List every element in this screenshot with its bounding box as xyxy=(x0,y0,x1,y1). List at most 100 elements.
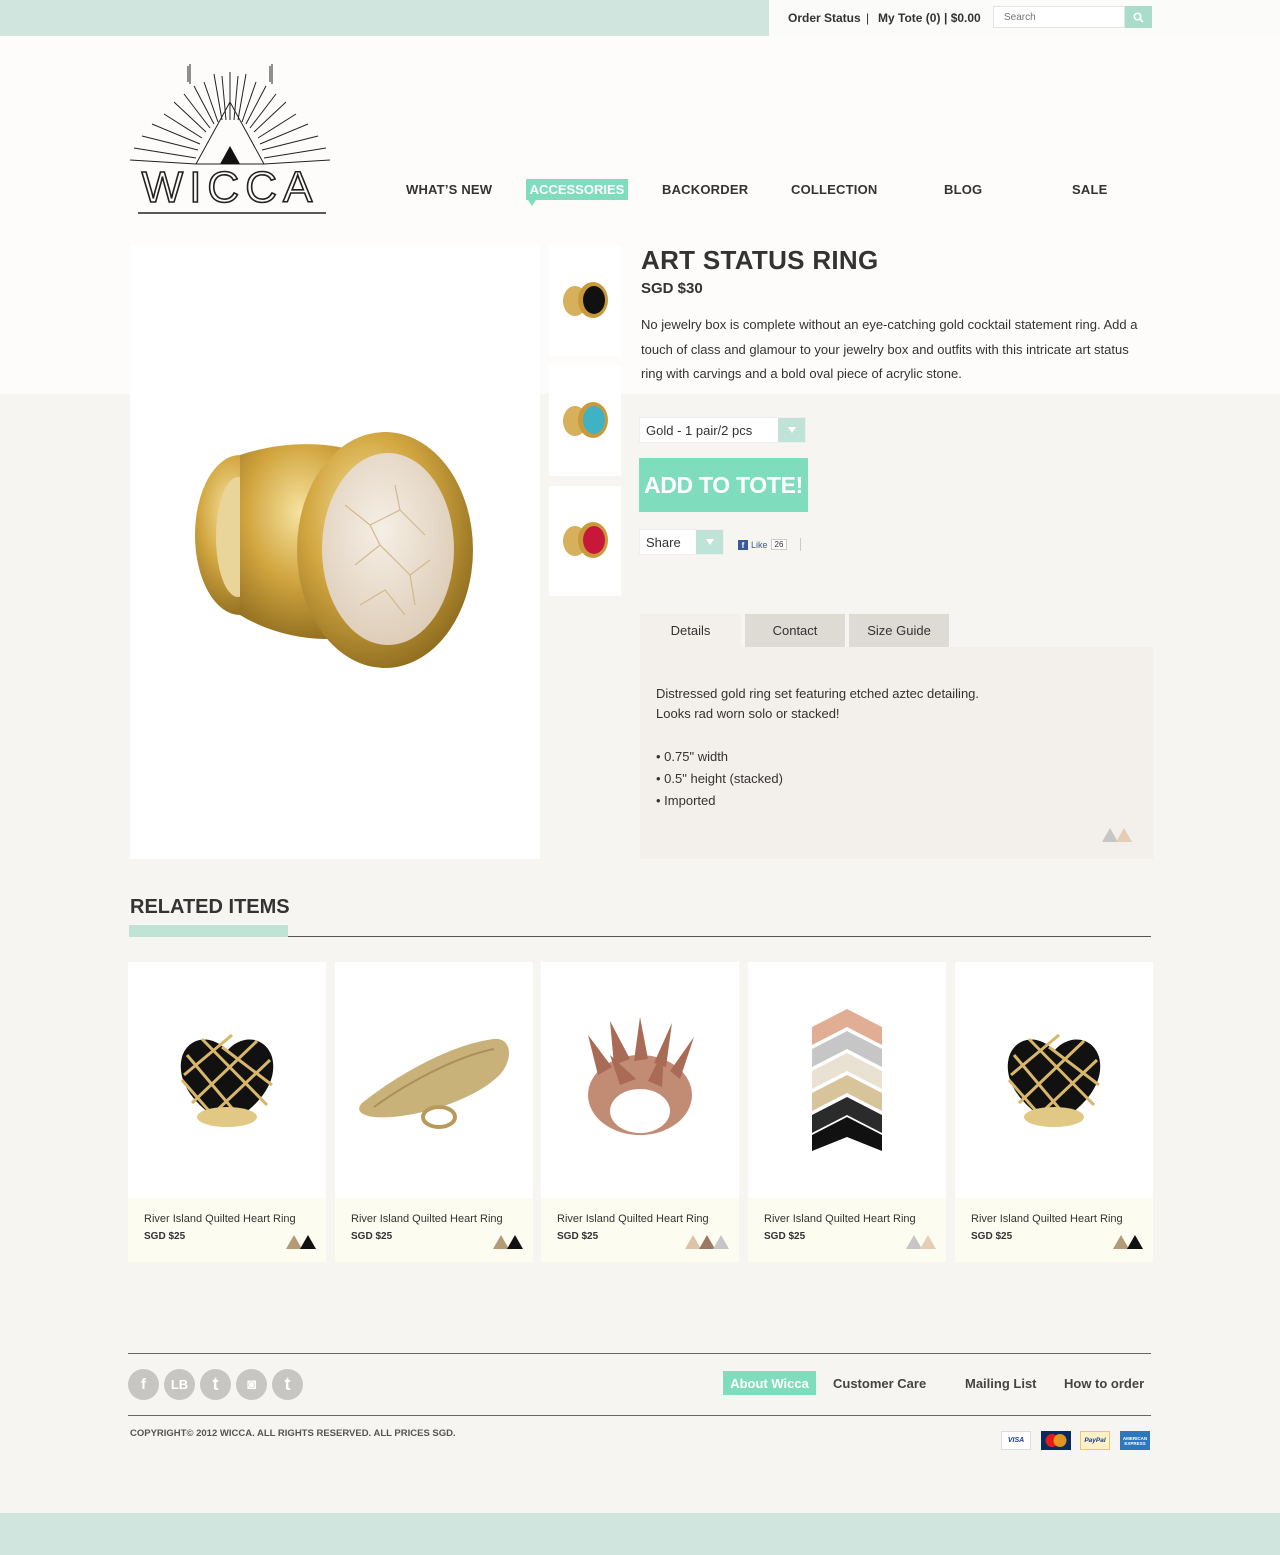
related-items-heading: RELATED ITEMS xyxy=(130,896,290,918)
related-item-price: SGD $25 xyxy=(351,1231,393,1242)
red-stone-ring-icon xyxy=(563,522,608,558)
spiked-ring-icon xyxy=(588,1017,694,1135)
quilted-heart-ring-icon xyxy=(180,1033,274,1127)
share-select[interactable]: Share xyxy=(639,529,724,555)
fb-like-count: 26 xyxy=(770,539,788,550)
paypal-icon: PayPal xyxy=(1080,1431,1110,1450)
twitter-icon[interactable]: t xyxy=(272,1369,303,1400)
swatch-icon[interactable] xyxy=(300,1235,316,1249)
nav-blog[interactable]: BLOG xyxy=(944,182,982,197)
gold-ring-image xyxy=(195,432,473,668)
divider xyxy=(288,936,1151,937)
color-swatches xyxy=(493,1235,523,1249)
tab-size-guide[interactable]: Size Guide xyxy=(849,614,949,647)
variant-select-value: Gold - 1 pair/2 pcs xyxy=(646,423,753,438)
tumblr-icon[interactable]: t xyxy=(200,1369,231,1400)
thumbnail-turquoise-stone[interactable] xyxy=(549,366,621,476)
product-image[interactable] xyxy=(335,962,533,1198)
product-image[interactable] xyxy=(748,962,946,1198)
visa-icon: VISA xyxy=(1001,1431,1031,1450)
add-to-tote-button[interactable]: ADD TO TOTE! xyxy=(639,458,808,512)
copyright-text: COPYRIGHT© 2012 WICCA. ALL RIGHTS RESERV… xyxy=(130,1428,456,1439)
related-item-name[interactable]: River Island Quilted Heart Ring xyxy=(144,1213,296,1225)
tab-contact[interactable]: Contact xyxy=(745,614,845,647)
swatch-icon[interactable] xyxy=(920,1235,936,1249)
search-input[interactable] xyxy=(993,6,1125,28)
related-item-name[interactable]: River Island Quilted Heart Ring xyxy=(764,1213,916,1225)
amex-icon: AMERICAN EXPRESS xyxy=(1120,1431,1150,1450)
variant-select[interactable]: Gold - 1 pair/2 pcs xyxy=(639,417,806,443)
swatch-icon[interactable] xyxy=(713,1235,729,1249)
chevron-down-icon[interactable] xyxy=(778,418,805,442)
divider xyxy=(128,1415,1151,1416)
facebook-icon: f xyxy=(738,539,748,550)
tote-total: | $0.00 xyxy=(944,11,981,25)
related-item-card[interactable]: River Island Quilted Heart Ring SGD $25 xyxy=(128,962,326,1262)
fb-like-label: Like xyxy=(751,539,768,550)
related-item-name[interactable]: River Island Quilted Heart Ring xyxy=(971,1213,1123,1225)
related-item-name[interactable]: River Island Quilted Heart Ring xyxy=(557,1213,709,1225)
footer-link-how-to-order[interactable]: How to order xyxy=(1064,1376,1144,1391)
share-select-label: Share xyxy=(646,535,681,550)
search-button[interactable] xyxy=(1125,6,1152,28)
logo-text: WICCA xyxy=(142,163,319,212)
swatch-icon[interactable] xyxy=(1127,1235,1143,1249)
nav-sale[interactable]: SALE xyxy=(1072,182,1107,197)
card-info: River Island Quilted Heart Ring SGD $25 xyxy=(955,1198,1153,1262)
separator: | xyxy=(866,11,870,25)
product-image[interactable] xyxy=(541,962,739,1198)
product-main-image[interactable] xyxy=(130,245,540,859)
product-price: SGD $30 xyxy=(641,280,703,297)
details-bullet: • 0.5" height (stacked) xyxy=(656,771,783,786)
card-info: River Island Quilted Heart Ring SGD $25 xyxy=(128,1198,326,1262)
lookbook-icon[interactable]: LB xyxy=(164,1369,195,1400)
footer-link-mailing-list[interactable]: Mailing List xyxy=(965,1376,1037,1391)
nav-active-pointer xyxy=(528,200,536,206)
related-item-card[interactable]: River Island Quilted Heart Ring SGD $25 xyxy=(541,962,739,1262)
bottom-band xyxy=(0,1513,1280,1555)
search-icon xyxy=(1133,11,1144,23)
details-line-2: Looks rad worn solo or stacked! xyxy=(656,706,840,721)
color-swatches xyxy=(906,1235,936,1249)
related-item-price: SGD $25 xyxy=(764,1231,806,1242)
color-swatches xyxy=(685,1235,729,1249)
nav-whats-new[interactable]: WHAT’S NEW xyxy=(406,182,492,197)
instagram-icon[interactable]: ◙ xyxy=(236,1369,267,1400)
card-info: River Island Quilted Heart Ring SGD $25 xyxy=(335,1198,533,1262)
nav-backorder[interactable]: BACKORDER xyxy=(662,182,748,197)
nav-accessories[interactable]: ACCESSORIES xyxy=(526,179,628,200)
footer-link-about[interactable]: About Wicca xyxy=(723,1371,816,1395)
swatch-icon[interactable] xyxy=(507,1235,523,1249)
my-tote-link[interactable]: My Tote (0) xyxy=(878,11,940,25)
product-image[interactable] xyxy=(955,962,1153,1198)
thumbnail-black-stone[interactable] xyxy=(549,246,621,356)
heading-underline xyxy=(129,925,288,937)
footer-link-customer-care[interactable]: Customer Care xyxy=(833,1376,926,1391)
related-item-card[interactable]: River Island Quilted Heart Ring SGD $25 xyxy=(955,962,1153,1262)
facebook-like-button[interactable]: f Like 26 xyxy=(738,537,788,552)
turquoise-stone-ring-icon xyxy=(563,402,608,438)
tab-details[interactable]: Details xyxy=(640,614,741,647)
details-bullet: • Imported xyxy=(656,793,716,808)
details-line-1: Distressed gold ring set featuring etche… xyxy=(656,686,980,701)
product-description: No jewelry box is complete without an ey… xyxy=(641,317,1138,381)
divider xyxy=(128,1353,1151,1354)
related-item-card[interactable]: River Island Quilted Heart Ring SGD $25 xyxy=(748,962,946,1262)
product-image[interactable] xyxy=(128,962,326,1198)
details-bullet: • 0.75" width xyxy=(656,749,729,764)
order-status-link[interactable]: Order Status xyxy=(788,11,861,25)
chevron-down-icon[interactable] xyxy=(696,530,723,554)
facebook-icon[interactable]: f xyxy=(128,1369,159,1400)
gold-armor-ring-icon xyxy=(359,1038,509,1129)
decorative-triangles-icon xyxy=(1102,828,1132,842)
mastercard-icon xyxy=(1041,1431,1071,1450)
product-title: ART STATUS RING xyxy=(641,245,879,275)
related-item-price: SGD $25 xyxy=(557,1231,599,1242)
related-item-name[interactable]: River Island Quilted Heart Ring xyxy=(351,1213,503,1225)
thumbnail-red-stone[interactable] xyxy=(549,486,621,596)
nav-collection[interactable]: COLLECTION xyxy=(791,182,878,197)
card-info: River Island Quilted Heart Ring SGD $25 xyxy=(748,1198,946,1262)
card-info: River Island Quilted Heart Ring SGD $25 xyxy=(541,1198,739,1262)
wicca-logo[interactable]: WICCA xyxy=(128,62,332,218)
related-item-card[interactable]: River Island Quilted Heart Ring SGD $25 xyxy=(335,962,533,1262)
